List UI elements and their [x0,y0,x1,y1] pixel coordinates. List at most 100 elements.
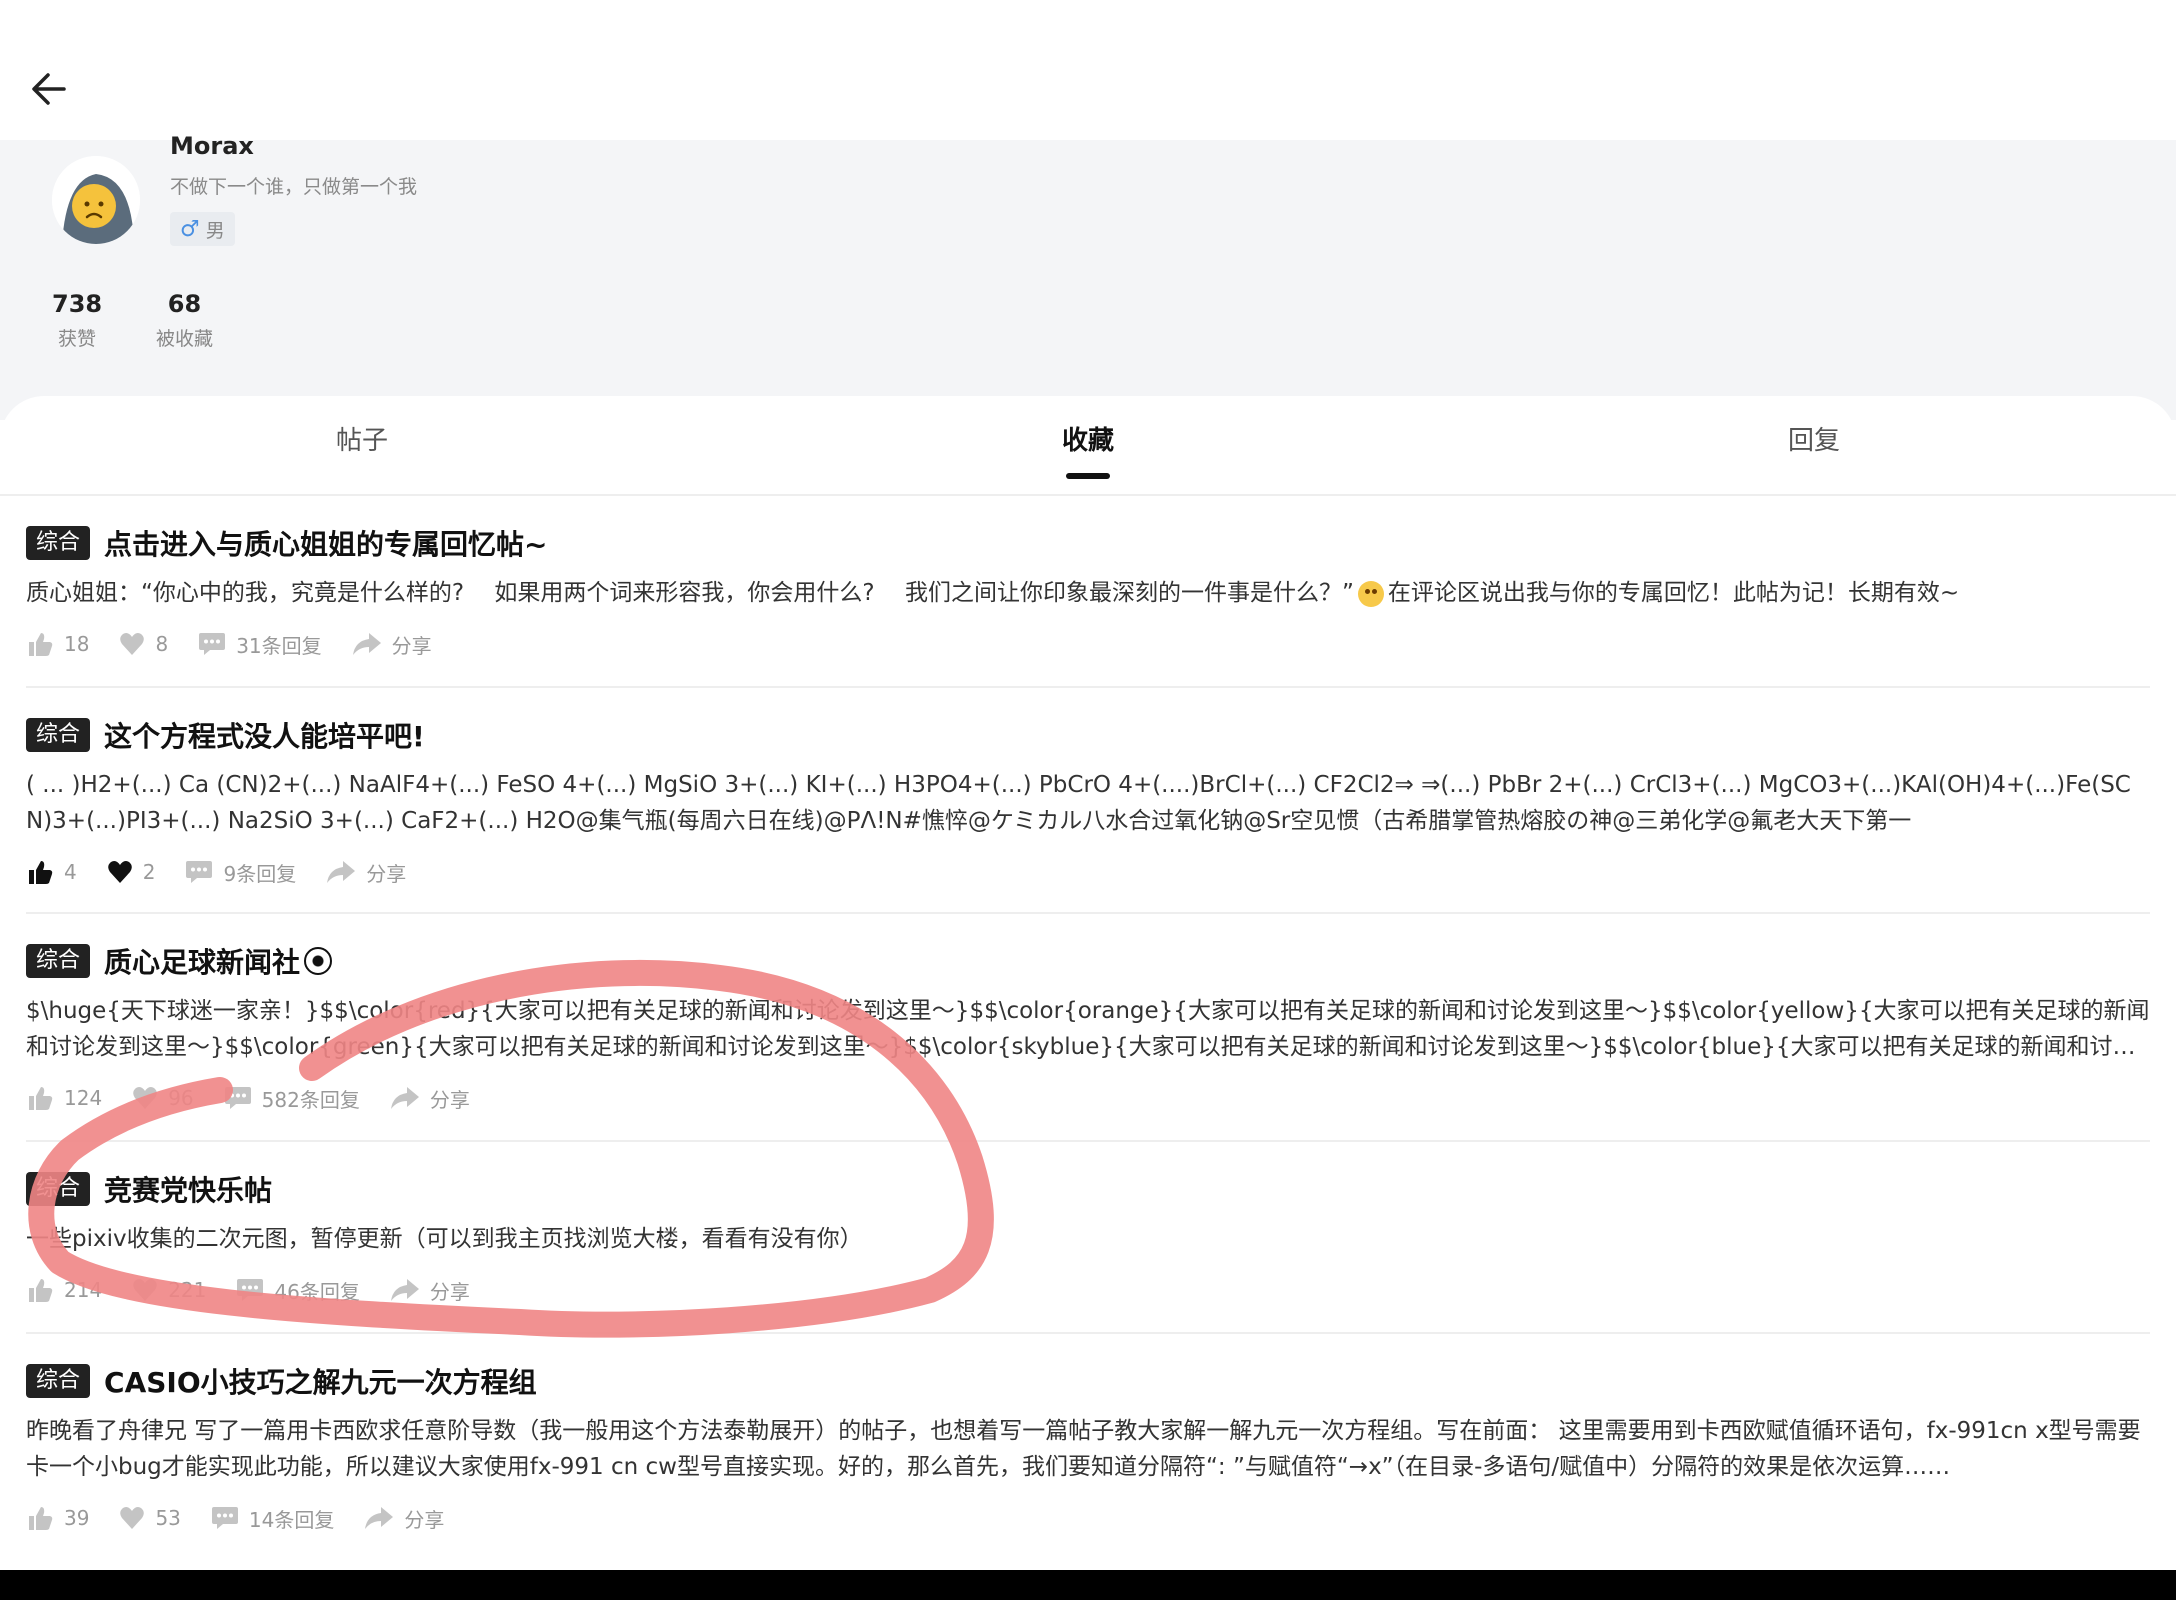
post-title[interactable]: 点击进入与质心姐姐的专属回忆帖~ [104,523,547,563]
like-count: 39 [64,1506,90,1530]
comment-icon [211,1507,238,1529]
comment-icon [199,633,226,655]
share-button[interactable]: 分享 [352,630,432,659]
reply-count: 9条回复 [223,861,297,886]
thumb-up-icon [29,1087,53,1110]
post-title[interactable]: 这个方程式没人能培平吧! [104,715,425,755]
comment-button[interactable]: 46条回复 [236,1276,360,1305]
like-count: 214 [64,1278,103,1302]
thumb-up-icon [29,861,53,884]
post-divider [26,1140,2150,1142]
share-label: 分享 [391,633,432,658]
comment-button[interactable]: 31条回复 [198,630,322,659]
category-tag: 综合 [26,1172,91,1206]
comment-button[interactable]: 9条回复 [185,858,296,887]
top-bar [0,0,2176,140]
stat-favorited[interactable]: 68 被收藏 [156,290,213,351]
share-button[interactable]: 分享 [326,858,406,887]
reply-count: 31条回复 [236,633,322,658]
post-item[interactable]: 综合 这个方程式没人能培平吧! ( ... )H2+(...) Ca (CN)2… [26,715,2150,887]
post-divider [26,1332,2150,1334]
male-icon: ♂ [180,216,200,242]
post-content: ( ... )H2+(...) Ca (CN)2+(...) NaAlF4+(.… [26,772,2131,834]
tab-favorites[interactable]: 收藏 [1062,420,1114,457]
tab-posts[interactable]: 帖子 [336,420,388,457]
system-bottom-bar [0,1570,2176,1600]
stat-likes[interactable]: 738 获赞 [52,290,102,351]
share-label: 分享 [429,1087,470,1112]
comment-icon [186,861,213,883]
comment-icon [237,1279,264,1301]
post-divider [26,912,2150,914]
like-button[interactable]: 18 [26,630,89,658]
thumb-up-icon [29,1279,53,1302]
share-icon [390,1279,419,1301]
active-tab-indicator [1066,473,1110,479]
reply-count: 582条回复 [261,1087,360,1112]
gender-badge: ♂ 男 [170,212,235,246]
share-icon [352,633,381,655]
share-button[interactable]: 分享 [364,1504,444,1533]
heart-icon [107,861,132,883]
like-button[interactable]: 124 [26,1084,102,1112]
post-title[interactable]: 竞赛党快乐帖 [104,1169,272,1209]
favorite-button[interactable]: 96 [132,1086,194,1110]
share-icon [390,1087,419,1109]
thumb-up-icon [29,1507,53,1530]
favorite-button[interactable]: 8 [119,632,168,656]
heart-icon [120,633,145,655]
like-count: 18 [64,632,90,656]
share-button[interactable]: 分享 [390,1276,470,1305]
soccer-ball-icon [304,947,333,975]
post-item[interactable]: 综合 竞赛党快乐帖 一些pixiv收集的二次元图，暂停更新（可以到我主页找浏览大… [26,1169,2150,1305]
category-tag: 综合 [26,526,91,560]
favorite-button[interactable]: 2 [107,860,155,884]
thumb-up-icon [29,633,53,656]
post-item[interactable]: 综合 点击进入与质心姐姐的专属回忆帖~ 质心姐姐：“你心中的我，究竟是什么样的?… [26,523,2150,659]
gender-label: 男 [205,219,225,242]
favorite-count: 96 [168,1086,194,1110]
post-content: $\huge{天下球迷一家亲！}$$\color{red}{大家可以把有关足球的… [26,998,2150,1060]
post-divider [26,686,2150,688]
share-label: 分享 [429,1279,470,1304]
post-title[interactable]: CASIO小技巧之解九元一次方程组 [104,1361,537,1401]
comment-button[interactable]: 582条回复 [224,1084,360,1113]
share-label: 分享 [404,1507,445,1532]
post-content: 昨晚看了舟律兄 写了一篇用卡西欧求任意阶导数（我一般用这个方法泰勒展开）的帖子，… [26,1418,2141,1480]
stat-favorited-label: 被收藏 [156,328,214,350]
share-icon [327,861,356,883]
stat-favorited-value: 68 [167,290,202,318]
post-content-before: 质心姐姐：“你心中的我，究竟是什么样的? 如果用两个词来形容我，你会用什么? 我… [26,580,1354,606]
like-button[interactable]: 39 [26,1504,89,1532]
comment-icon [224,1087,251,1109]
share-button[interactable]: 分享 [390,1084,470,1113]
category-tag: 综合 [26,944,91,978]
like-button[interactable]: 214 [26,1276,102,1304]
username: Morax [170,132,254,160]
favorite-count: 8 [155,632,169,656]
user-signature: 不做下一个谁，只做第一个我 [170,176,418,198]
favorite-button[interactable]: 221 [132,1278,206,1302]
comment-button[interactable]: 14条回复 [211,1504,334,1533]
category-tag: 综合 [26,1364,91,1398]
like-button[interactable]: 4 [26,858,77,886]
smiling-face-with-hearts-icon [1357,580,1384,607]
category-tag: 综合 [26,718,91,752]
back-button[interactable] [26,66,72,112]
like-count: 4 [64,860,77,884]
back-arrow-icon [32,73,66,105]
post-content: 质心姐姐：“你心中的我，究竟是什么样的? 如果用两个词来形容我，你会用什么? 我… [26,575,2150,611]
share-icon [365,1507,394,1529]
like-count: 124 [64,1086,103,1110]
favorite-count: 53 [155,1506,181,1530]
share-label: 分享 [366,861,407,886]
favorite-button[interactable]: 53 [119,1506,181,1530]
tab-replies[interactable]: 回复 [1788,420,1840,457]
stat-likes-value: 738 [52,290,103,318]
post-title[interactable]: 质心足球新闻社 [104,941,300,981]
post-item[interactable]: 综合 CASIO小技巧之解九元一次方程组 昨晚看了舟律兄 写了一篇用卡西欧求任意… [26,1361,2150,1533]
stat-likes-label: 获赞 [58,328,97,350]
avatar[interactable] [52,156,140,244]
heart-icon [133,1279,157,1301]
post-item[interactable]: 综合 质心足球新闻社 $\huge{天下球迷一家亲！}$$\color{red}… [26,941,2150,1113]
